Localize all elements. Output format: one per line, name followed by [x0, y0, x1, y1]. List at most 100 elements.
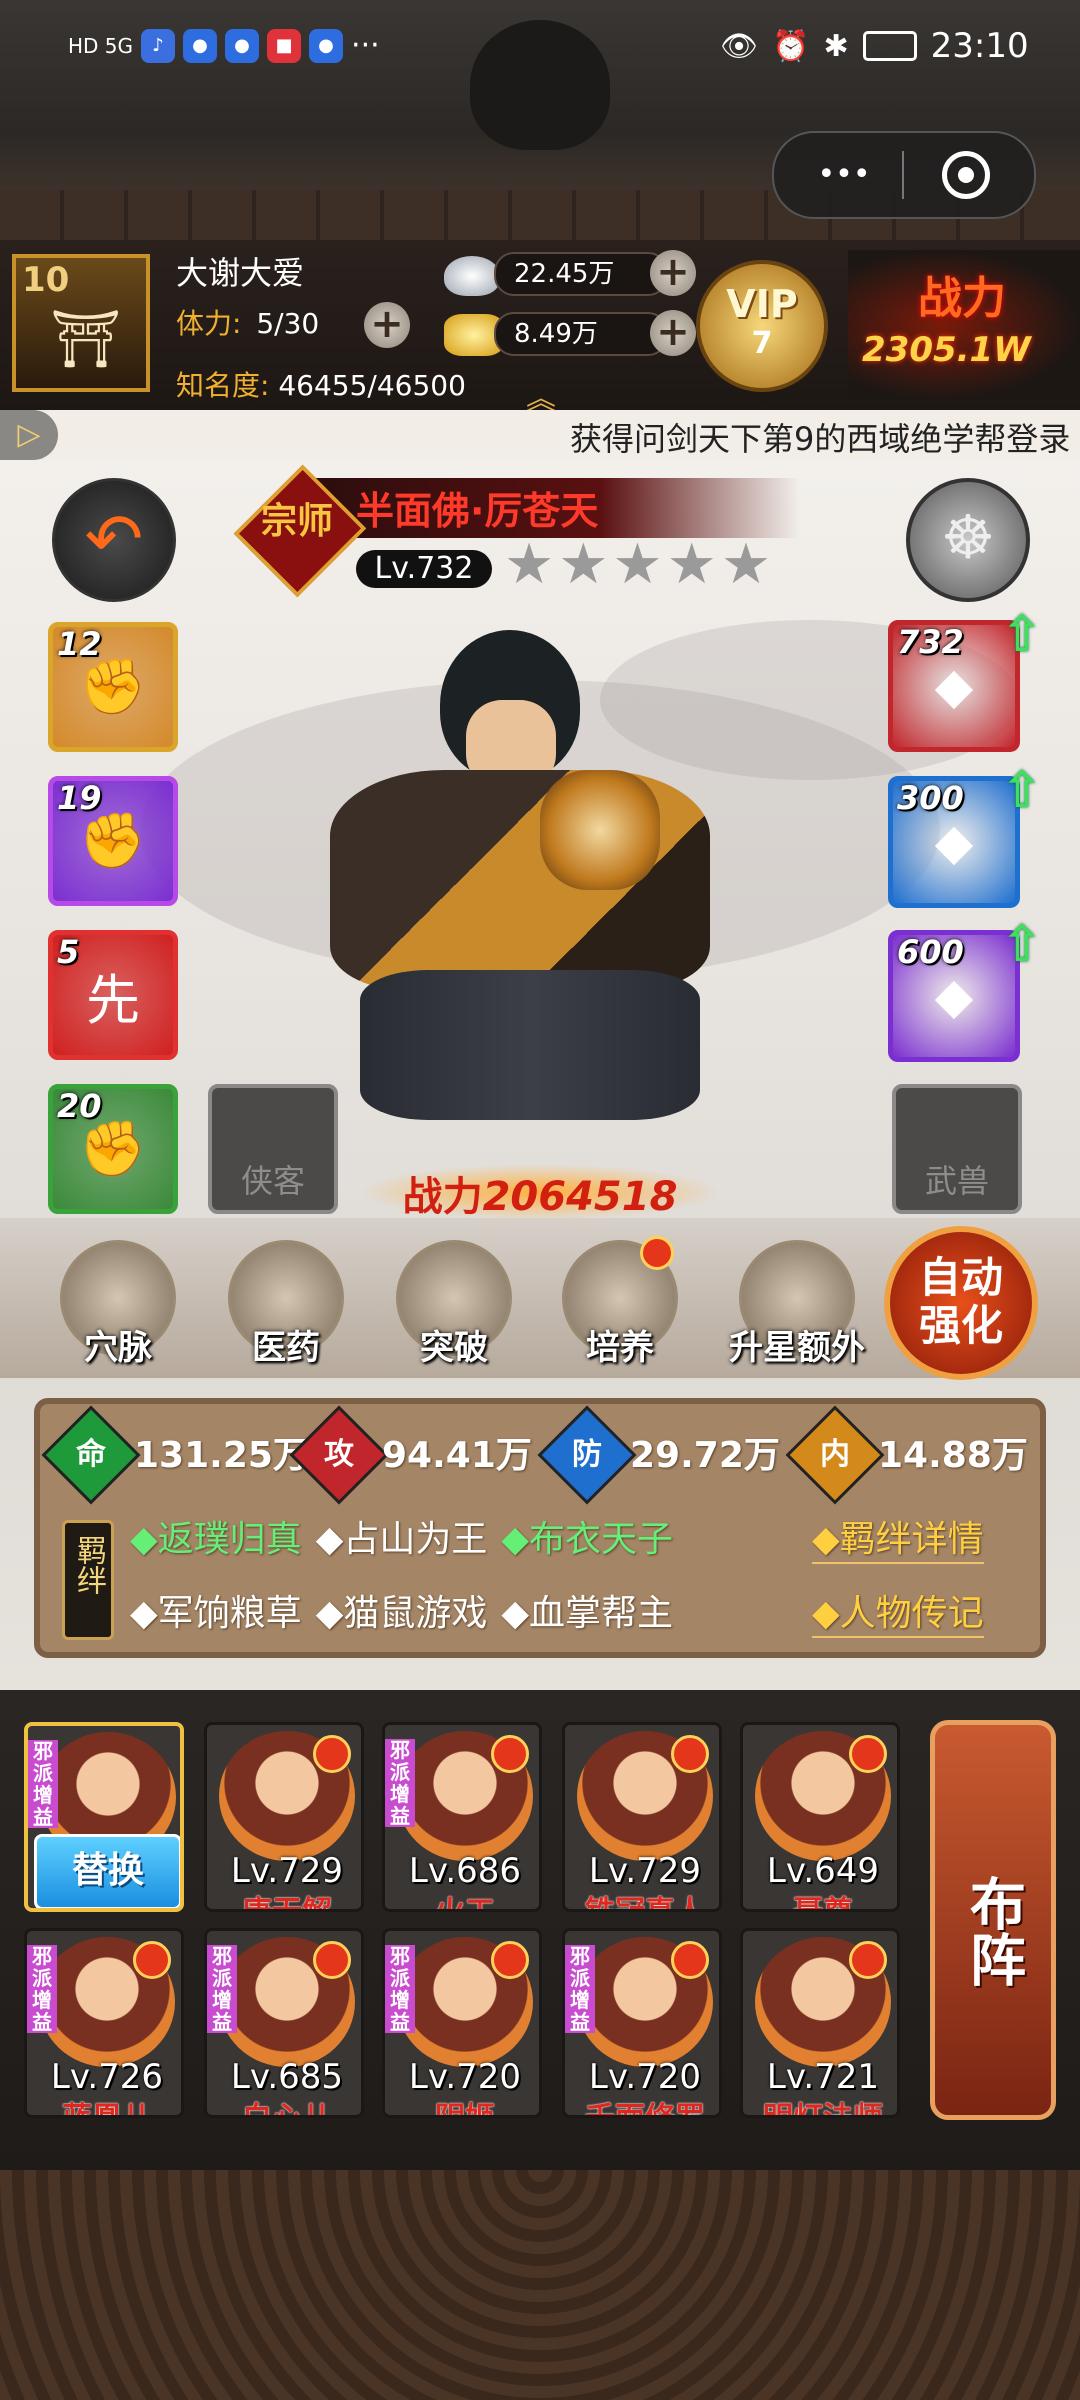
add-silver-button[interactable]: +: [650, 250, 696, 296]
notification-dot: [133, 1941, 171, 1979]
menu-cultivate[interactable]: 培养: [560, 1236, 680, 1369]
auto-enhance-button[interactable]: 自动 强化: [884, 1226, 1038, 1380]
member-name: 千面修罗: [565, 2093, 719, 2115]
jade-amulet-slot[interactable]: 600 ◆ ⇧: [888, 915, 1043, 1062]
add-gold-button[interactable]: +: [650, 310, 696, 356]
first-strike-skill-slot[interactable]: 5先: [48, 930, 178, 1060]
palm-skill-icon: ✊: [79, 655, 147, 718]
team-member-card[interactable]: 邪派增益 Lv.720千面修罗: [562, 1928, 722, 2118]
bond-item[interactable]: ◆返璞归真: [130, 1510, 302, 1562]
menu-meridian[interactable]: 穴脉: [58, 1240, 178, 1369]
bond-item[interactable]: ◆占山为王: [316, 1510, 488, 1562]
menu-label: 升星额外: [729, 1328, 865, 1368]
menu-breakthrough[interactable]: 突破: [394, 1240, 514, 1369]
bond-tag: 羁绊: [62, 1520, 114, 1640]
stamina-value: 5/30: [256, 307, 320, 340]
vip-label: VIP: [726, 282, 798, 326]
rank-badge-text: 宗师: [260, 501, 333, 542]
menu-label: 穴脉: [84, 1328, 152, 1368]
back-button[interactable]: ↶: [52, 478, 176, 602]
bond-item[interactable]: ◆猫鼠游戏: [316, 1584, 488, 1636]
team-member-card[interactable]: 邪派增益 Lv.720阴姬: [382, 1928, 542, 2118]
member-level: Lv.685: [230, 2057, 344, 2097]
power-banner: 战力 2305.1W: [848, 250, 1080, 400]
team-member-card[interactable]: Lv.729铁冠真人: [562, 1722, 722, 1912]
target-icon: [958, 167, 974, 183]
fist-skill-icon: ✊: [79, 809, 147, 872]
notification-dot: [313, 1735, 351, 1773]
bond-item[interactable]: ◆军饷粮草: [130, 1584, 302, 1636]
fist-emblem-skill-slot[interactable]: 20 ✊: [48, 1084, 178, 1214]
team-member-card[interactable]: 邪派增益替换: [24, 1722, 184, 1912]
evil-faction-buff-tag: 邪派增益: [385, 1739, 415, 1827]
more-button[interactable]: •••: [794, 147, 894, 203]
formation-button[interactable]: 布阵: [930, 1720, 1056, 2120]
team-member-card[interactable]: 邪派增益 Lv.685白心儿: [204, 1928, 364, 2118]
meditation-button[interactable]: ☸: [906, 478, 1030, 602]
stat-label: 防: [572, 1437, 602, 1472]
member-name: 白心儿: [207, 2093, 361, 2115]
first-strike-skill-icon: 先: [86, 968, 140, 1032]
robe-slot[interactable]: 300 ◆ ⇧: [888, 761, 1043, 908]
skill-level: 19: [57, 779, 102, 817]
member-name: 火工: [385, 1887, 539, 1909]
member-level: Lv.729: [588, 1851, 702, 1891]
bond-row-2: ◆军饷粮草 ◆猫鼠游戏 ◆血掌帮主: [130, 1584, 673, 1636]
bond-item[interactable]: ◆布衣天子: [501, 1510, 673, 1562]
return-arrow-icon: ↶: [84, 498, 144, 580]
vip-badge[interactable]: VIP 7: [696, 260, 828, 392]
ticker-arrow-icon: ▷: [0, 410, 58, 460]
team-member-card[interactable]: Lv.729唐无解: [204, 1722, 364, 1912]
skill-level: 20: [57, 1087, 102, 1125]
menu-star-up[interactable]: 升星额外: [722, 1240, 872, 1369]
network-indicator: HD 5G: [68, 33, 134, 58]
member-level: Lv.649: [766, 1851, 880, 1891]
skill-level: 12: [57, 625, 102, 663]
replace-button[interactable]: 替换: [34, 1834, 180, 1908]
silver-display: 22.45万: [494, 252, 668, 296]
announcement-ticker: ▷ 获得问剑天下第9的西域绝学帮登录: [0, 410, 1080, 460]
notification-dot: [849, 1941, 887, 1979]
stat-value: 131.25万: [134, 1435, 309, 1476]
power-banner-label: 战力: [918, 273, 1006, 324]
member-name: 蓝凰儿: [27, 2093, 181, 2115]
star-icon: ★: [558, 532, 609, 597]
baidu-app-icon: ●: [183, 28, 218, 63]
team-member-card[interactable]: Lv.721明灯法师: [740, 1928, 900, 2118]
stat-value: 94.41万: [382, 1435, 532, 1476]
stat-value: 14.88万: [878, 1435, 1028, 1476]
hero-stars: ★ ★ ★ ★ ★: [504, 532, 771, 597]
alarm-icon: ⏰: [772, 28, 810, 64]
hero-level: Lv.732: [356, 550, 492, 588]
close-miniapp-button[interactable]: [942, 151, 990, 199]
menu-medicine[interactable]: 医药: [226, 1240, 346, 1369]
vip-level: 7: [751, 326, 773, 361]
player-avatar[interactable]: 10 ⛩: [12, 254, 150, 392]
pagoda-icon: ⛩: [50, 307, 122, 372]
fame-row: 知名度: 46455/46500: [176, 364, 466, 404]
member-level: Lv.721: [766, 2057, 880, 2097]
fist-skill-slot[interactable]: 19 ✊: [48, 776, 178, 906]
biography-link[interactable]: ◆人物传记: [812, 1584, 984, 1638]
stat-label: 命: [76, 1437, 106, 1472]
team-member-card[interactable]: 邪派增益 Lv.686火工: [382, 1722, 542, 1912]
bond-details-link[interactable]: ◆羁绊详情: [812, 1510, 984, 1564]
fame-label: 知名度:: [176, 369, 270, 402]
evil-faction-buff-tag: 邪派增益: [28, 1740, 58, 1828]
member-name: 铁冠真人: [565, 1887, 719, 1909]
star-icon: ★: [504, 532, 555, 597]
stat-value: 29.72万: [630, 1435, 780, 1476]
upgrade-arrow-icon: ⇧: [1001, 915, 1043, 973]
bond-item[interactable]: ◆血掌帮主: [501, 1584, 673, 1636]
notification-dot: [849, 1735, 887, 1773]
tiger-head: [540, 770, 660, 890]
palm-skill-slot[interactable]: 12 ✊: [48, 622, 178, 752]
team-member-card[interactable]: 邪派增益 Lv.726蓝凰儿: [24, 1928, 184, 2118]
add-stamina-button[interactable]: +: [364, 302, 410, 348]
capsule-divider: [902, 151, 904, 199]
team-member-card[interactable]: Lv.649聂尊: [740, 1722, 900, 1912]
gauntlet-slot[interactable]: 732 ◆ ⇧: [888, 605, 1043, 752]
evil-faction-buff-tag: 邪派增益: [207, 1945, 237, 2033]
beast-slot[interactable]: 武兽: [892, 1084, 1022, 1214]
upgrade-arrow-icon: ⇧: [1001, 605, 1043, 663]
